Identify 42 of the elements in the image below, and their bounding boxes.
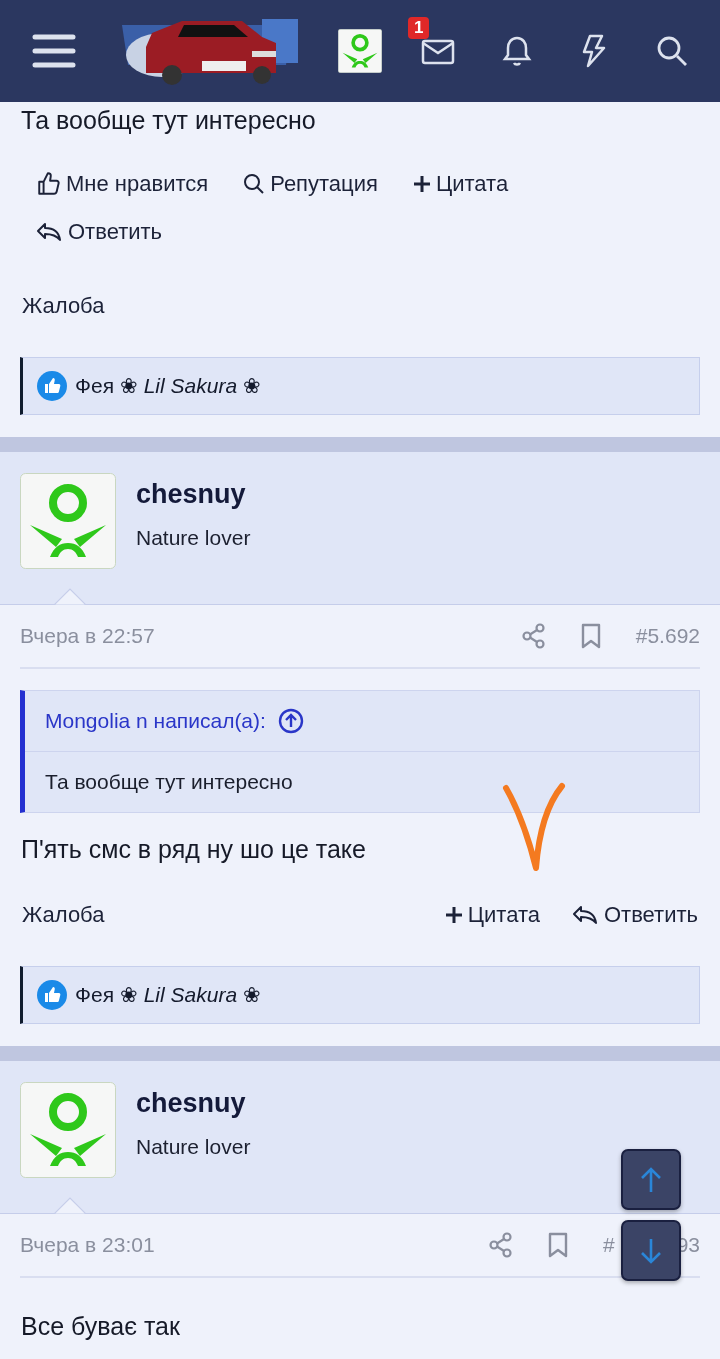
lightning-icon[interactable] bbox=[580, 34, 608, 68]
like-reaction-icon bbox=[37, 371, 67, 401]
avatar bbox=[338, 29, 382, 73]
post-message: П'ять смс в ряд ну шо це таке bbox=[20, 835, 367, 864]
scroll-down-button[interactable] bbox=[621, 1220, 681, 1281]
plus-icon bbox=[411, 174, 432, 194]
bell-icon[interactable] bbox=[502, 35, 532, 67]
arrow-down-icon bbox=[639, 1236, 663, 1265]
plus-icon bbox=[443, 905, 464, 925]
scroll-up-button[interactable] bbox=[621, 1149, 681, 1210]
reaction-users[interactable]: Фея ❀ Lil Sakura ❀ bbox=[75, 374, 261, 398]
bookmark-icon[interactable] bbox=[546, 1232, 569, 1258]
username[interactable]: chesnuy bbox=[136, 479, 246, 510]
reply-button[interactable]: Ответить bbox=[36, 219, 163, 245]
arrow-up-icon bbox=[639, 1165, 663, 1194]
quote-author-link[interactable]: Mongolia n написал(а): bbox=[45, 709, 266, 733]
share-icon[interactable] bbox=[521, 623, 546, 649]
thumbs-up-icon bbox=[36, 171, 62, 197]
reply-button[interactable]: Ответить bbox=[571, 902, 698, 928]
user-title: Nature lover bbox=[136, 526, 251, 550]
quote-text: Та вообще тут интересно bbox=[44, 769, 294, 795]
report-link[interactable]: Жалоба bbox=[22, 293, 698, 319]
like-button[interactable]: Мне нравится bbox=[36, 171, 209, 197]
reply-icon bbox=[571, 903, 600, 927]
mail-icon[interactable] bbox=[421, 37, 455, 65]
quote-button[interactable]: Цитата bbox=[443, 902, 540, 928]
menu-icon[interactable] bbox=[32, 33, 76, 69]
post-message: Все буває так bbox=[20, 1312, 181, 1341]
bookmark-icon[interactable] bbox=[579, 623, 602, 649]
username[interactable]: chesnuy bbox=[136, 1088, 246, 1119]
reply-icon bbox=[36, 220, 64, 244]
post-message: Та вообще тут интересно bbox=[20, 105, 317, 135]
search-icon[interactable] bbox=[656, 35, 688, 67]
notification-badge: 1 bbox=[408, 17, 430, 39]
user-title: Nature lover bbox=[136, 1135, 251, 1159]
like-reaction-icon bbox=[37, 980, 67, 1010]
report-link[interactable]: Жалоба bbox=[22, 902, 412, 928]
arrow-up-circle-icon[interactable] bbox=[277, 708, 304, 734]
reputation-button[interactable]: Репутация bbox=[242, 171, 378, 197]
reaction-users[interactable]: Фея ❀ Lil Sakura ❀ bbox=[75, 983, 261, 1007]
share-icon[interactable] bbox=[488, 1232, 513, 1258]
quote-button[interactable]: Цитата bbox=[411, 171, 509, 197]
